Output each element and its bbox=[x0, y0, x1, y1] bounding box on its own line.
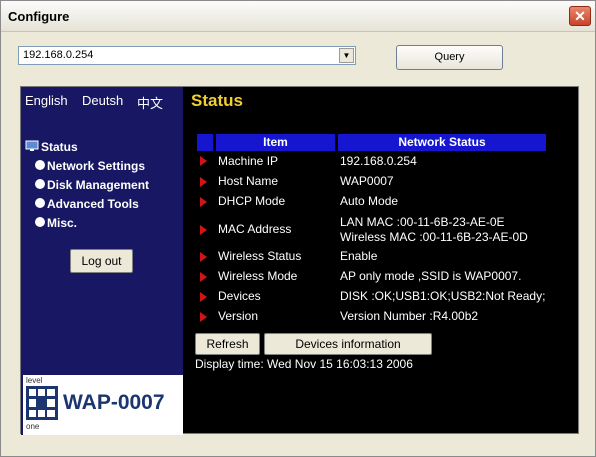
radio-bullet-icon bbox=[35, 198, 45, 208]
refresh-button[interactable]: Refresh bbox=[195, 333, 260, 355]
address-value: 192.168.0.254 bbox=[23, 49, 94, 61]
window-title: Configure bbox=[8, 9, 70, 24]
sidebar-item-label: Status bbox=[41, 140, 78, 154]
radio-bullet-icon bbox=[35, 160, 45, 170]
radio-bullet-icon bbox=[35, 217, 45, 227]
device-status-panel: English Deutsh 中文 Status Network Setting… bbox=[20, 86, 579, 435]
row-value: WAP0007 bbox=[340, 174, 394, 188]
logo-model-text: WAP-0007 bbox=[63, 391, 165, 414]
row-value: 192.168.0.254 bbox=[340, 154, 417, 168]
title-bar: Configure ✕ bbox=[1, 1, 595, 32]
brand-logo: level one WAP-0007 bbox=[23, 375, 183, 435]
row-value: Enable bbox=[340, 249, 378, 263]
table-row: Host Name WAP0007 bbox=[197, 174, 557, 192]
language-deutsh-link[interactable]: Deutsh bbox=[82, 93, 123, 108]
status-main: Status Item Network Status Machine IP 19… bbox=[183, 87, 579, 435]
red-arrow-icon bbox=[200, 272, 207, 282]
monitor-icon bbox=[25, 140, 39, 151]
table-row: DHCP Mode Auto Mode bbox=[197, 194, 557, 212]
display-time: Display time: Wed Nov 15 16:03:13 2006 bbox=[195, 357, 413, 371]
logout-button[interactable]: Log out bbox=[70, 249, 133, 273]
red-arrow-icon bbox=[200, 197, 207, 207]
row-item: Machine IP bbox=[218, 154, 279, 168]
sidebar-item-label: Advanced Tools bbox=[47, 197, 139, 211]
row-item: MAC Address bbox=[218, 222, 292, 236]
query-button[interactable]: Query bbox=[396, 45, 503, 70]
sidebar: English Deutsh 中文 Status Network Setting… bbox=[21, 87, 183, 435]
row-value: Auto Mode bbox=[340, 194, 399, 208]
row-value: AP only mode ,SSID is WAP0007. bbox=[340, 269, 522, 283]
sidebar-item-misc[interactable]: Misc. bbox=[35, 216, 175, 233]
red-arrow-icon bbox=[200, 156, 207, 166]
sidebar-item-advanced-tools[interactable]: Advanced Tools bbox=[35, 197, 175, 214]
chevron-down-icon[interactable]: ▼ bbox=[339, 48, 354, 63]
table-row: Version Version Number :R4.00b2 bbox=[197, 309, 557, 327]
row-item: Wireless Status bbox=[218, 249, 302, 263]
table-header-network-status: Network Status bbox=[338, 134, 546, 151]
sidebar-item-network-settings[interactable]: Network Settings bbox=[35, 159, 175, 176]
row-item: Devices bbox=[218, 289, 261, 303]
language-chinese-link[interactable]: 中文 bbox=[137, 93, 163, 112]
table-row: Devices DISK :OK;USB1:OK;USB2:Not Ready; bbox=[197, 289, 557, 307]
language-english-link[interactable]: English bbox=[25, 93, 68, 108]
configure-window: Configure ✕ 192.168.0.254 ▼ Query Englis… bbox=[0, 0, 596, 457]
close-button[interactable]: ✕ bbox=[569, 6, 591, 26]
row-item: DHCP Mode bbox=[218, 194, 286, 208]
red-arrow-icon bbox=[200, 292, 207, 302]
sidebar-item-status[interactable]: Status bbox=[25, 140, 175, 157]
table-header-item: Item bbox=[216, 134, 335, 151]
red-arrow-icon bbox=[200, 312, 207, 322]
close-icon: ✕ bbox=[574, 8, 586, 24]
sidebar-item-label: Misc. bbox=[47, 216, 78, 230]
radio-bullet-icon bbox=[35, 179, 45, 189]
row-item: Wireless Mode bbox=[218, 269, 298, 283]
red-arrow-icon bbox=[200, 225, 207, 235]
row-value-secondary: Wireless MAC :00-11-6B-23-AE-0D bbox=[340, 230, 528, 244]
red-arrow-icon bbox=[200, 252, 207, 262]
logo-one-text: one bbox=[26, 422, 40, 431]
sidebar-item-label: Network Settings bbox=[47, 159, 146, 173]
devices-information-button[interactable]: Devices information bbox=[264, 333, 432, 355]
sidebar-item-disk-management[interactable]: Disk Management bbox=[35, 178, 175, 195]
page-title: Status bbox=[191, 91, 243, 110]
row-value: Version Number :R4.00b2 bbox=[340, 309, 479, 323]
level-one-logo-icon bbox=[26, 386, 58, 420]
logo-level-text: level bbox=[26, 376, 43, 385]
table-row: MAC Address LAN MAC :00-11-6B-23-AE-0E W… bbox=[197, 215, 557, 247]
table-row: Machine IP 192.168.0.254 bbox=[197, 154, 557, 172]
table-row: Wireless Status Enable bbox=[197, 249, 557, 267]
red-arrow-icon bbox=[200, 177, 207, 187]
sidebar-item-label: Disk Management bbox=[47, 178, 150, 192]
row-item: Version bbox=[218, 309, 259, 323]
address-combobox[interactable]: 192.168.0.254 ▼ bbox=[18, 46, 356, 65]
table-row: Wireless Mode AP only mode ,SSID is WAP0… bbox=[197, 269, 557, 287]
row-value: LAN MAC :00-11-6B-23-AE-0E bbox=[340, 215, 505, 229]
table-header-spacer bbox=[197, 134, 213, 151]
row-value: DISK :OK;USB1:OK;USB2:Not Ready; bbox=[340, 289, 546, 303]
row-item: Host Name bbox=[218, 174, 279, 188]
